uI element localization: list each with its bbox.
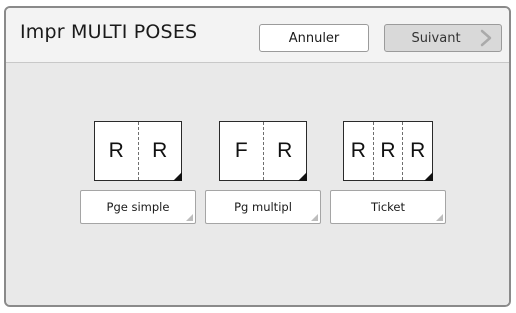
multi-page-label: Pg multipl <box>234 200 292 214</box>
layout-preview-single: R R <box>94 121 182 181</box>
layout-preview-multi: F R <box>219 121 307 181</box>
corner-mark-icon <box>311 214 318 221</box>
preview-letter: R <box>350 139 366 162</box>
cancel-button[interactable]: Annuler <box>259 24 369 52</box>
folded-corner-icon <box>298 172 307 181</box>
folded-corner-icon <box>424 172 433 181</box>
next-button[interactable]: Suivant <box>384 24 502 52</box>
content-area: R R Pge simple F R Pg multipl R R R Tick… <box>6 63 509 305</box>
corner-mark-icon <box>436 214 443 221</box>
multi-page-button[interactable]: Pg multipl <box>205 190 321 224</box>
ticket-label: Ticket <box>370 200 406 214</box>
option-multi-page: F R Pg multipl <box>205 121 321 231</box>
preview-letter: F <box>234 139 248 162</box>
option-ticket: R R R Ticket <box>330 121 446 231</box>
corner-mark-icon <box>186 214 193 221</box>
preview-letter: R <box>108 139 124 162</box>
single-page-button[interactable]: Pge simple <box>80 190 196 224</box>
ticket-button[interactable]: Ticket <box>330 190 446 224</box>
folded-corner-icon <box>173 172 182 181</box>
single-page-label: Pge simple <box>106 200 170 214</box>
page-title: Impr MULTI POSES <box>20 21 198 43</box>
header-bar: Impr MULTI POSES Annuler Suivant <box>6 8 509 63</box>
chevron-right-icon <box>480 29 492 47</box>
dialog-window: Impr MULTI POSES Annuler Suivant R R Pge… <box>4 6 511 307</box>
option-single-page: R R Pge simple <box>80 121 196 231</box>
preview-letter: R <box>372 122 403 180</box>
layout-preview-ticket: R R R <box>343 121 433 181</box>
